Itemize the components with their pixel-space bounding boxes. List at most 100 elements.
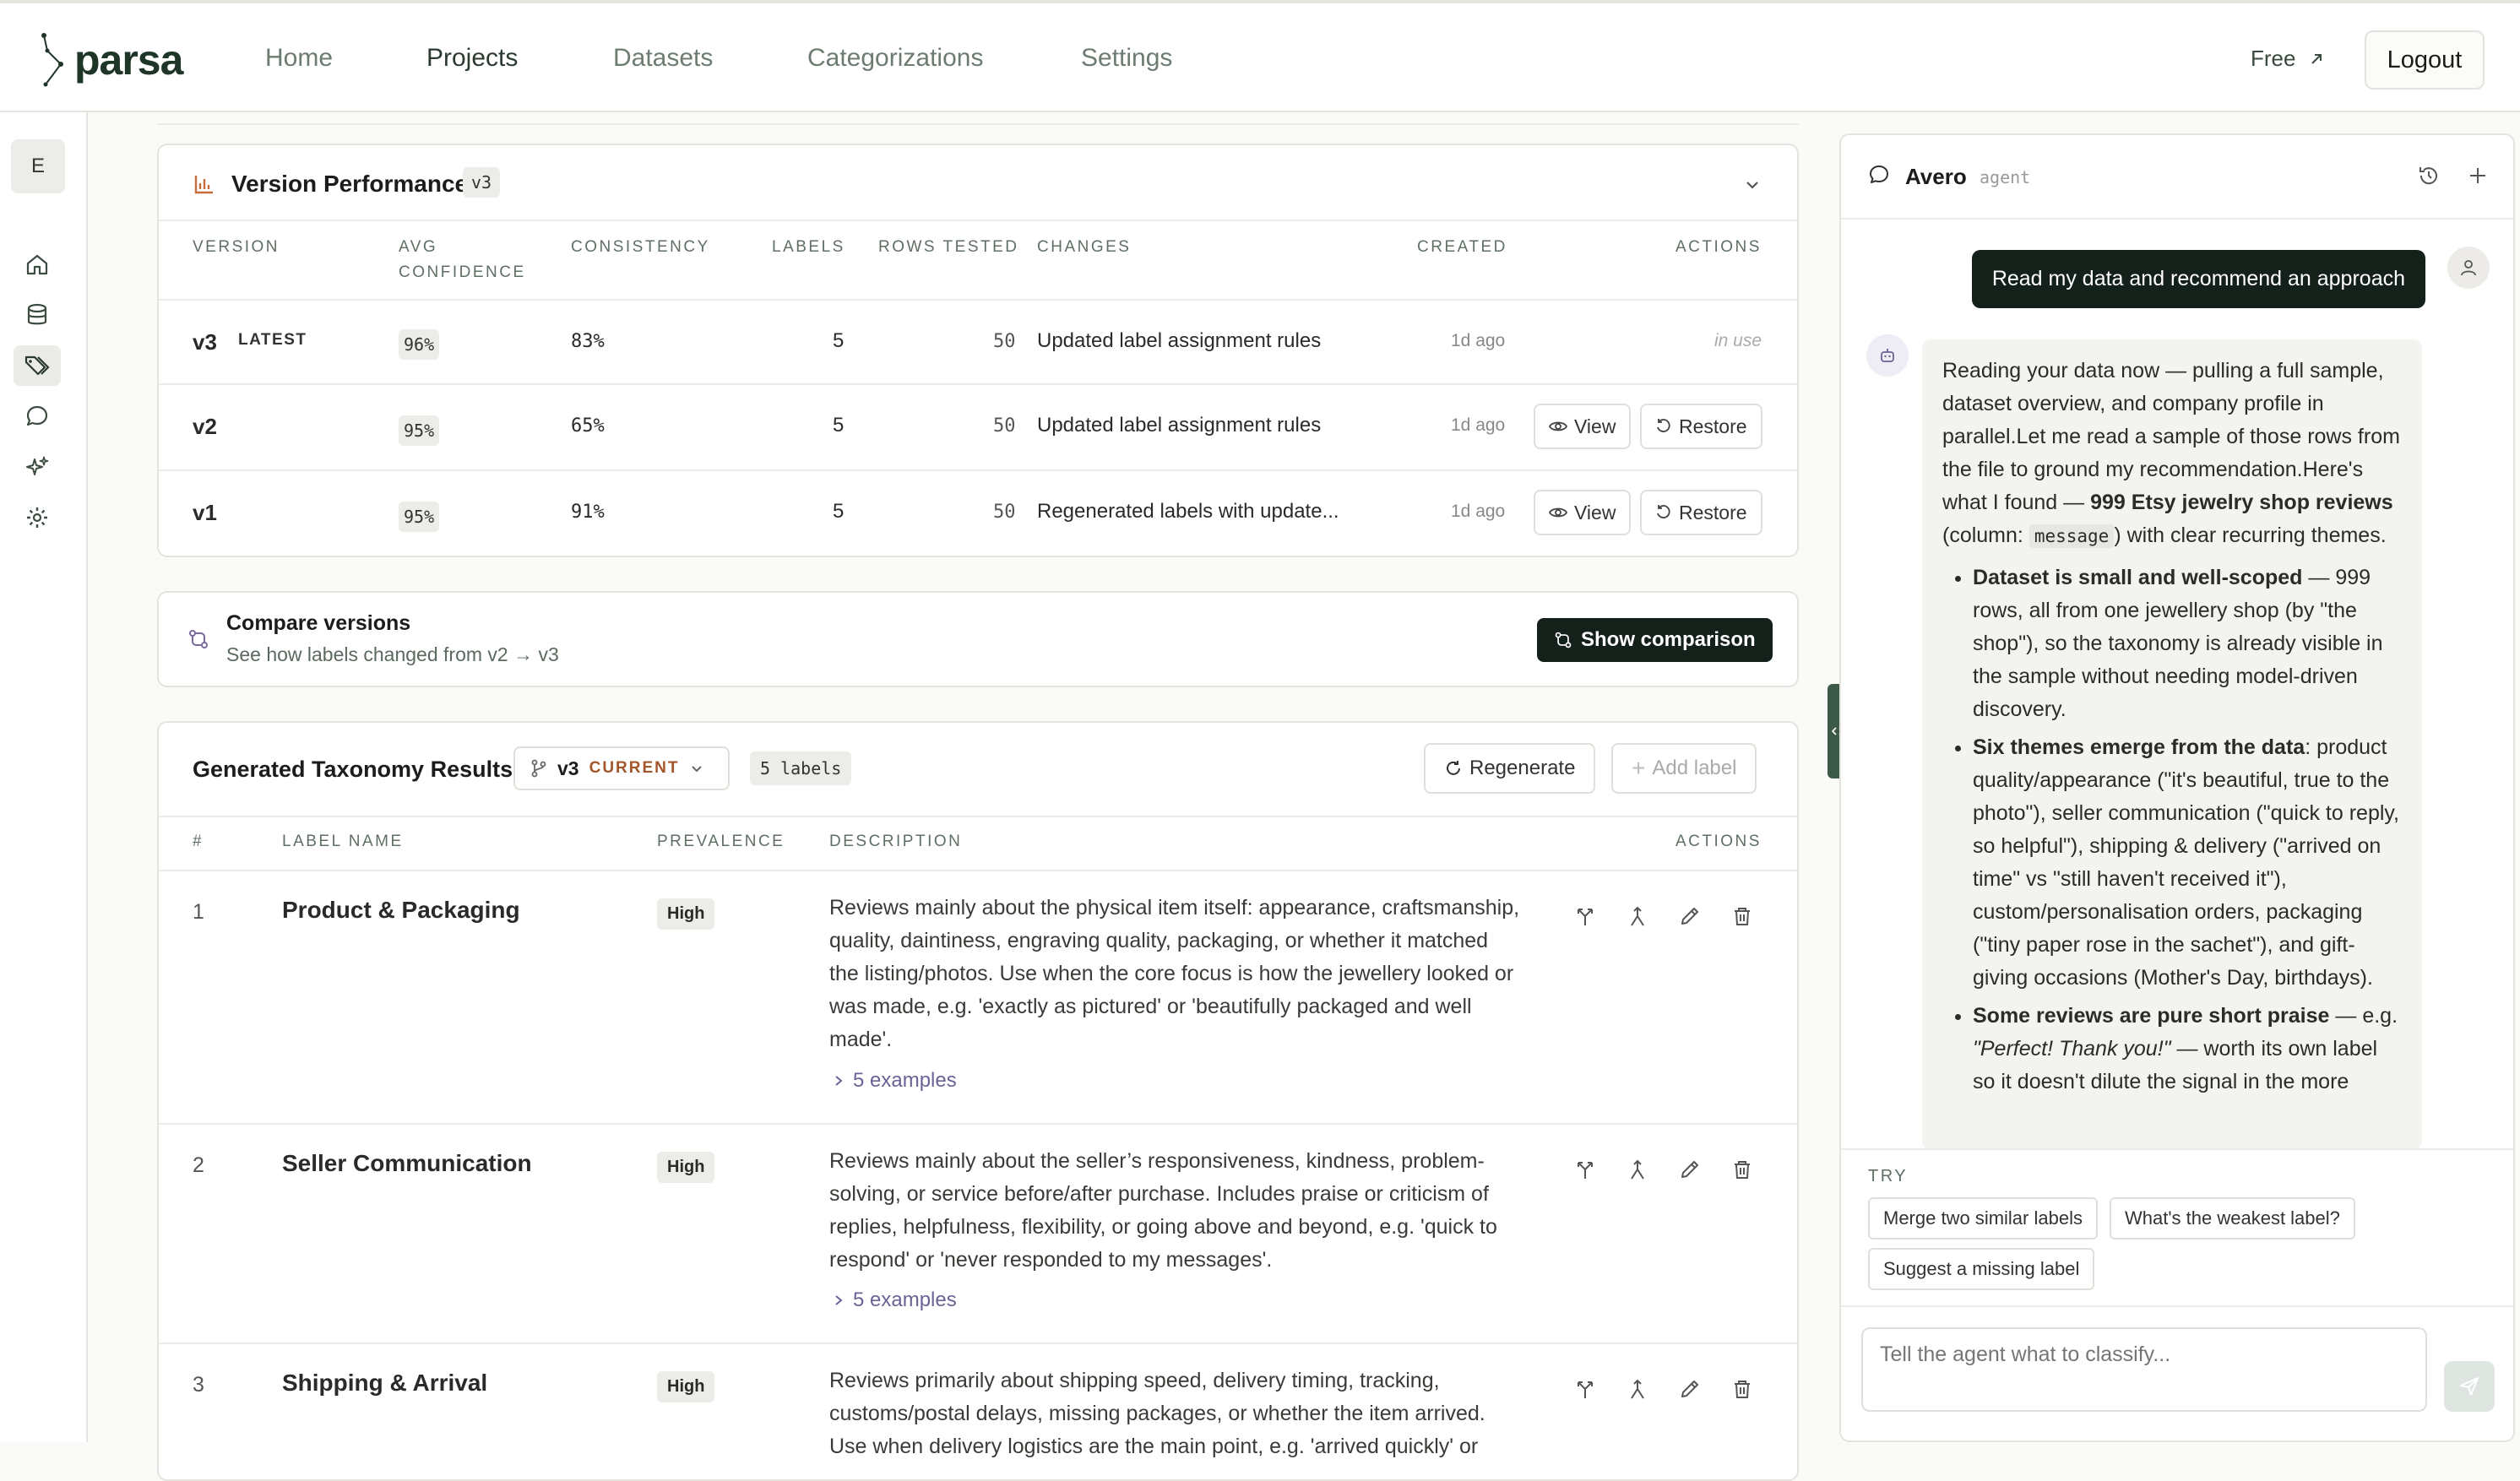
col-prevalence: PREVALENCE [657,833,785,850]
show-comparison-button[interactable]: Show comparison [1537,618,1773,662]
regenerate-label: Regenerate [1469,757,1576,779]
version-selector[interactable]: v3 CURRENT [513,746,730,790]
changes-text: Updated label assignment rules [1037,329,1322,352]
suggestion-chip[interactable]: What's the weakest label? [2110,1197,2355,1240]
list-item: Some reviews are pure short praise — e.g… [1973,1000,2402,1099]
free-label: Free [2251,46,2296,71]
agent-intro-tail: ) with clear recurring themes. [2114,524,2387,547]
view-button[interactable]: View [1534,404,1632,449]
trash-icon[interactable] [1728,1375,1757,1403]
label-description: Reviews mainly about the seller’s respon… [829,1145,1547,1277]
constellation-logo-icon [41,33,63,87]
divider [1841,218,2513,220]
merge-icon[interactable] [1623,1155,1652,1184]
suggestion-chip[interactable]: Suggest a missing label [1868,1248,2095,1290]
history-icon[interactable] [2417,164,2441,187]
changes-text: Regenerated labels with update... [1037,500,1339,523]
nav-projects[interactable]: Projects [426,44,518,73]
description-line: Reviews mainly about the physical item i… [829,896,1520,920]
bar-chart-icon [194,176,213,194]
section-divider [157,123,1799,125]
suggestion-chip[interactable]: Merge two similar labels [1868,1197,2098,1240]
try-label: TRY [1868,1167,1909,1185]
send-icon [2460,1377,2479,1396]
database-icon[interactable] [14,295,61,335]
settings-gear-icon[interactable] [14,497,61,538]
agent-tag: agent [1980,167,2031,187]
workspace-avatar[interactable]: E [11,139,65,193]
chat-icon[interactable] [14,396,61,437]
col-confidence: CONFIDENCE [399,263,526,281]
chevron-down-icon[interactable] [1743,176,1762,194]
trash-icon[interactable] [1728,902,1757,930]
bullet-bold: Six themes emerge from the data [1973,735,2305,759]
rotate-ccw-icon [1657,505,1670,518]
show-comparison-label: Show comparison [1581,628,1756,651]
arrow-up-right-icon [2311,53,2322,64]
agent-input[interactable] [1861,1327,2427,1412]
logo[interactable]: parsa [37,32,183,88]
description-line: Reviews mainly about the seller’s respon… [829,1149,1485,1173]
send-button[interactable] [2444,1361,2495,1412]
agent-column-prefix: (column: [1942,524,2029,547]
regenerate-button[interactable]: Regenerate [1424,743,1596,794]
label-description: Reviews primarily about shipping speed, … [829,1364,1547,1463]
bot-icon [1881,349,1894,362]
nav-datasets[interactable]: Datasets [613,44,713,73]
plus-icon[interactable] [2466,164,2490,187]
merge-icon[interactable] [1623,902,1652,930]
divider [159,469,1797,471]
trash-icon[interactable] [1728,1155,1757,1184]
label-name[interactable]: Seller Communication [282,1150,532,1177]
rotate-ccw-icon [1657,419,1670,432]
pencil-icon[interactable] [1675,1155,1704,1184]
nav-settings[interactable]: Settings [1081,44,1172,73]
view-label: View [1574,501,1616,524]
col-number: # [193,833,204,850]
pencil-icon[interactable] [1675,902,1704,930]
sparkles-icon[interactable] [14,447,61,487]
labels-count-badge: 5 labels [750,751,852,785]
label-name[interactable]: Shipping & Arrival [282,1370,487,1397]
top-navigation: parsa Home Projects Datasets Categorizat… [0,0,2520,112]
agent-avatar [1866,334,1909,377]
merge-icon[interactable] [1623,1375,1652,1403]
col-labels: LABELS [772,238,845,256]
changes-text: Updated label assignment rules [1037,414,1322,437]
label-name[interactable]: Product & Packaging [282,897,520,924]
current-tag: CURRENT [589,759,680,777]
created-text: 1d ago [1451,331,1506,350]
split-icon[interactable] [1571,1155,1599,1184]
list-item: Six themes emerge from the data: product… [1973,731,2402,995]
bullet-text: — e.g. [2329,1004,2398,1028]
tags-icon[interactable] [14,345,61,386]
add-label-button[interactable]: + Add label [1611,743,1757,794]
git-branch-icon [531,759,546,778]
free-plan-link[interactable]: Free [2251,46,2324,72]
nav-home[interactable]: Home [265,44,333,73]
divider [159,1343,1797,1344]
examples-toggle[interactable]: 5 examples [833,1288,957,1312]
prevalence-badge: High [657,1371,715,1402]
description-line: Use when delivery logistics are the main… [829,1435,1479,1458]
agent-bullet-list: Dataset is small and well-scoped — 999 r… [1942,561,2402,1099]
logout-button[interactable]: Logout [2365,30,2485,90]
confidence-pill: 96% [399,329,440,360]
labels-value: 5 [833,414,845,437]
eye-icon [1549,507,1567,518]
version-badge: v3 [463,167,501,198]
restore-button[interactable]: Restore [1640,490,1762,535]
home-icon[interactable] [14,244,61,285]
nav-categorizations[interactable]: Categorizations [807,44,983,73]
restore-button[interactable]: Restore [1640,404,1762,449]
restore-label: Restore [1679,415,1747,437]
pencil-icon[interactable] [1675,1375,1704,1403]
split-icon[interactable] [1571,1375,1599,1403]
view-button[interactable]: View [1534,490,1632,535]
rows-tested-value: 50 [993,415,1016,437]
compare-subtitle: See how labels changed from v2 → v3 [226,643,559,665]
refresh-icon [1447,761,1460,775]
bullet-text: : product quality/appearance ("it's beau… [1973,735,2399,990]
split-icon[interactable] [1571,902,1599,930]
examples-toggle[interactable]: 5 examples [833,1069,957,1093]
